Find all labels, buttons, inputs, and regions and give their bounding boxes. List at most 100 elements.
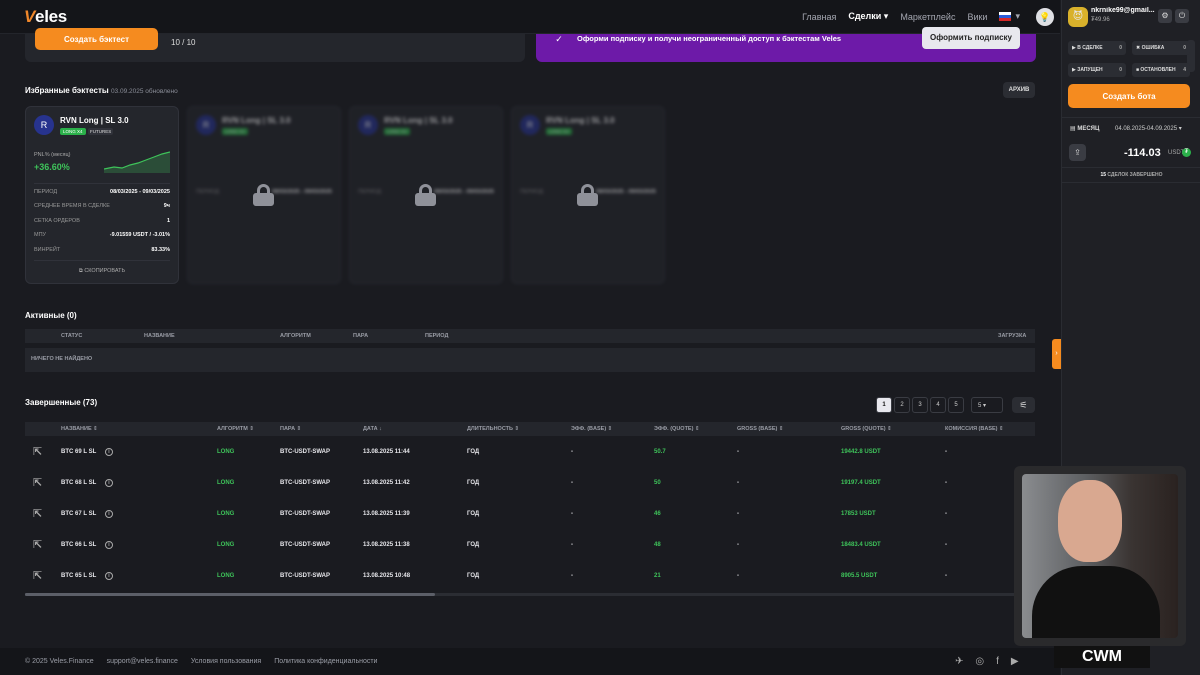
- veles-logo[interactable]: Veles: [24, 7, 67, 27]
- tag-futures: FUTURES: [88, 128, 114, 135]
- cell-dur: ГОД: [467, 449, 480, 455]
- copy-button[interactable]: ⧉ СКОПИРОВАТЬ: [26, 268, 178, 275]
- info-icon[interactable]: i: [105, 448, 113, 456]
- filter-settings-icon[interactable]: ⚟: [1012, 397, 1035, 413]
- telegram-icon[interactable]: ✈: [955, 656, 963, 667]
- create-bot-button[interactable]: Создать бота: [1068, 84, 1190, 108]
- privacy-link[interactable]: Политика конфиденциальности: [274, 658, 377, 665]
- stat-row-mae: МПУ -9.01559 USDT / -3.01%: [34, 232, 170, 238]
- youtube-icon[interactable]: ▶: [1011, 656, 1019, 667]
- cell-gross-quote: 18483.4 USDT: [841, 542, 881, 548]
- stat-stopped[interactable]: ■ ОСТАНОВЛЕН 4: [1132, 63, 1190, 77]
- table-row[interactable]: ⇱ BTC 67 L SL i LONG BTC-USDT-SWAP 13.08.2025…: [25, 499, 1035, 530]
- col-duration[interactable]: ДЛИТЕЛЬНОСТЬ ⇕: [467, 426, 519, 432]
- power-icon[interactable]: ⏻: [1175, 9, 1189, 23]
- favorite-backtest-card[interactable]: R RVN Long | SL 3.0 LONG X4 FUTURES PNL%…: [25, 106, 179, 284]
- cell-eff-base: -: [571, 511, 573, 517]
- stat-error[interactable]: ✖ ОШИБКА 0: [1132, 41, 1190, 55]
- avatar[interactable]: 😈: [1068, 7, 1088, 27]
- page-4[interactable]: 4: [930, 397, 946, 413]
- instagram-icon[interactable]: ◎: [975, 656, 984, 667]
- table-row[interactable]: ⇱ BTC 66 L SL i LONG BTC-USDT-SWAP 13.08.2025…: [25, 530, 1035, 561]
- col-eff-quote[interactable]: ЭФФ. (QUOTE) ⇕: [654, 426, 700, 432]
- col-gross-quote[interactable]: GROSS (QUOTE) ⇕: [841, 426, 892, 432]
- cell-gross-base: -: [737, 542, 739, 548]
- language-selector[interactable]: ▾: [999, 11, 1020, 22]
- table-row[interactable]: ⇱ BTC 65 L SL i LONG BTC-USDT-SWAP 13.08.2025…: [25, 561, 1035, 592]
- open-external-icon[interactable]: ⇱: [33, 569, 42, 582]
- backtest-name: RVN Long | SL 3.0: [222, 116, 291, 125]
- table-row[interactable]: ⇱ BTC 69 L SL i LONG BTC-USDT-SWAP 13.08.2025…: [25, 437, 1035, 468]
- archive-button[interactable]: АРХИВ: [1003, 82, 1035, 98]
- col-date[interactable]: ДАТА ↓: [363, 426, 382, 432]
- nav-home[interactable]: Главная: [802, 12, 836, 22]
- col-name[interactable]: НАЗВАНИЕ: [144, 333, 175, 339]
- col-pair[interactable]: ПАРА: [353, 333, 368, 339]
- stat-label: МПУ: [34, 232, 47, 238]
- stat-value: 08/03/2025 - 09/03/2025: [272, 189, 332, 195]
- stat-count: 0: [1119, 45, 1122, 51]
- col-name[interactable]: НАЗВАНИЕ ⇕: [61, 426, 98, 432]
- settings-icon[interactable]: ⚙: [1158, 9, 1172, 23]
- page-1[interactable]: 1: [876, 397, 892, 413]
- stat-running[interactable]: ▶ ЗАПУЩЕН 0: [1068, 63, 1126, 77]
- col-fee-base[interactable]: КОМИССИЯ (BASE) ⇕: [945, 426, 1004, 432]
- col-status[interactable]: СТАТУС: [61, 333, 82, 339]
- cell-pair: BTC-USDT-SWAP: [280, 449, 330, 455]
- col-load[interactable]: ЗАГРУЗКА: [998, 333, 1026, 339]
- open-external-icon[interactable]: ⇱: [33, 538, 42, 551]
- col-algorithm[interactable]: АЛГОРИТМ: [280, 333, 311, 339]
- info-icon[interactable]: i: [105, 510, 113, 518]
- stat-count: 4: [1183, 67, 1186, 73]
- info-icon[interactable]: i: [105, 541, 113, 549]
- share-icon[interactable]: ⇪: [1069, 144, 1086, 161]
- col-gross-base[interactable]: GROSS (BASE) ⇕: [737, 426, 783, 432]
- favorites-updated: 03.09.2025 обновлено: [110, 88, 178, 95]
- cell-eff-base: -: [571, 480, 573, 486]
- cell-eff-quote: 50: [654, 480, 661, 486]
- page-5[interactable]: 5: [948, 397, 964, 413]
- active-table-header: СТАТУС НАЗВАНИЕ АЛГОРИТМ ПАРА ПЕРИОД ЗАГ…: [25, 329, 1035, 343]
- facebook-icon[interactable]: f: [996, 656, 999, 667]
- stat-row-period: ПЕРИОД 08/03/2025 - 09/03/2025: [34, 189, 170, 195]
- table-row[interactable]: ⇱ BTC 68 L SL i LONG BTC-USDT-SWAP 13.08.2025…: [25, 468, 1035, 499]
- open-external-icon[interactable]: ⇱: [33, 507, 42, 520]
- ravencoin-icon: R: [358, 115, 378, 135]
- nav-deals[interactable]: Сделки ▾: [848, 11, 888, 22]
- col-algorithm[interactable]: АЛГОРИТМ ⇕: [217, 426, 254, 432]
- cell-gross-base: -: [737, 511, 739, 517]
- page-3[interactable]: 3: [912, 397, 928, 413]
- col-pair[interactable]: ПАРА ⇕: [280, 426, 301, 432]
- col-eff-base[interactable]: ЭФФ. (BASE) ⇕: [571, 426, 612, 432]
- period-select[interactable]: ▤ МЕСЯЦ: [1070, 125, 1099, 132]
- date-range-select[interactable]: 04.08.2025-04.09.2025 ▾: [1115, 125, 1182, 132]
- stat-value: 1: [166, 218, 170, 224]
- cell-eff-base: -: [571, 573, 573, 579]
- cell-eff-quote: 48: [654, 542, 661, 548]
- info-icon[interactable]: i: [105, 572, 113, 580]
- scrollbar-thumb[interactable]: [25, 593, 435, 596]
- top-nav-bar: Veles Главная Сделки ▾ Маркетплейс Вики …: [0, 0, 1060, 34]
- info-icon[interactable]: i: [105, 479, 113, 487]
- open-external-icon[interactable]: ⇱: [33, 445, 42, 458]
- cell-dur: ГОД: [467, 511, 480, 517]
- active-empty-state: НИЧЕГО НЕ НАЙДЕНО: [25, 348, 1035, 372]
- nav-marketplace[interactable]: Маркетплейс: [900, 12, 955, 22]
- theme-toggle-icon[interactable]: 💡: [1036, 8, 1054, 26]
- create-backtest-button[interactable]: Создать бэктест: [35, 28, 158, 50]
- horizontal-scrollbar[interactable]: [25, 593, 1035, 596]
- cell-gross-quote: 19197.4 USDT: [841, 480, 881, 486]
- col-period[interactable]: ПЕРИОД: [425, 333, 448, 339]
- stat-count: 0: [1183, 45, 1186, 51]
- support-email-link[interactable]: support@veles.finance: [107, 658, 178, 665]
- page-2[interactable]: 2: [894, 397, 910, 413]
- sidebar-collapse-button[interactable]: ›: [1052, 339, 1061, 369]
- nav-wiki[interactable]: Вики: [967, 12, 987, 22]
- cell-dur: ГОД: [467, 480, 480, 486]
- subscribe-button[interactable]: Оформить подписку: [922, 27, 1020, 49]
- page-size-select[interactable]: 5 ▾: [971, 397, 1003, 413]
- stat-in-deal[interactable]: ▶ В СДЕЛКЕ 0: [1068, 41, 1126, 55]
- terms-link[interactable]: Условия пользования: [191, 658, 261, 665]
- cell-date: 13.08.2025 11:38: [363, 542, 410, 548]
- open-external-icon[interactable]: ⇱: [33, 476, 42, 489]
